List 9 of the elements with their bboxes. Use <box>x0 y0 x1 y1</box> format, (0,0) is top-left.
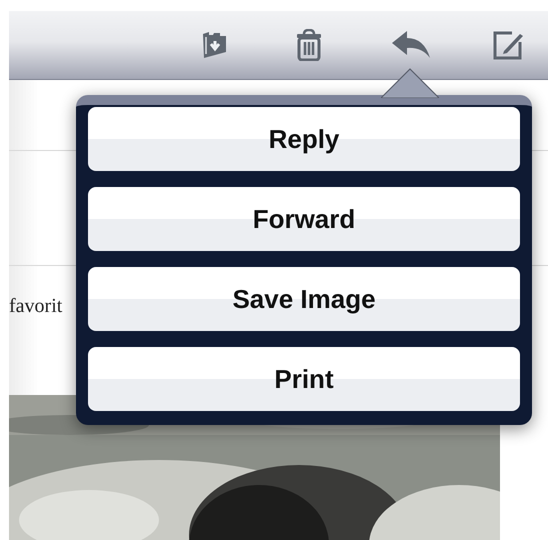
message-text: favorit <box>9 295 62 318</box>
compose-icon[interactable] <box>492 30 524 60</box>
trash-icon[interactable] <box>296 29 322 61</box>
menu-button[interactable]: Print <box>88 347 520 411</box>
menu-button[interactable]: Save Image <box>88 267 520 331</box>
menu-button[interactable]: Forward <box>88 187 520 251</box>
menu-button[interactable]: Reply <box>88 107 520 171</box>
reply-icon[interactable] <box>390 30 432 60</box>
popover-arrow <box>381 68 439 98</box>
